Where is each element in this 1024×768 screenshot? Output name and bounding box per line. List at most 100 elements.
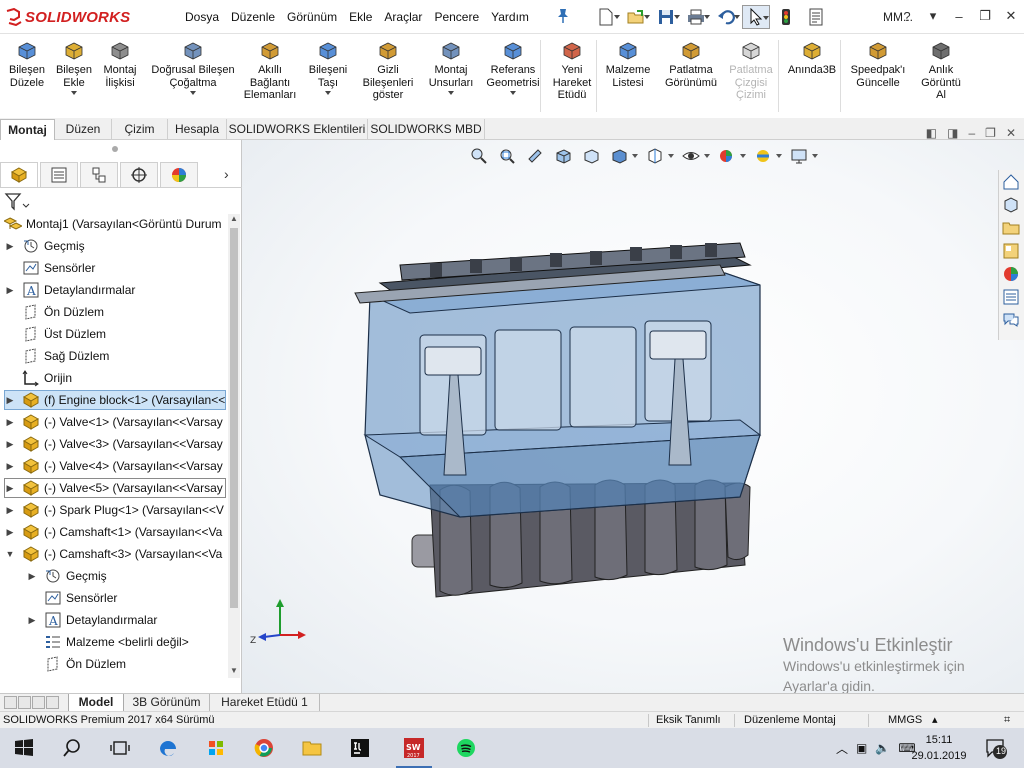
tree-item[interactable]: Ön Düzlem [26,654,226,674]
exploded-view-button[interactable]: Patlatma Görünümü [656,36,726,116]
tab-feature-manager[interactable] [0,162,38,187]
task-pane-view-palette[interactable] [999,239,1023,262]
search-button[interactable] [48,728,96,768]
solidworks-logo[interactable]: SOLIDWORKS [6,6,130,28]
tree-item[interactable]: ▶ (-) Valve<3> (Varsayılan<<Varsay [4,434,226,454]
menu-insert[interactable]: Ekle [344,0,379,34]
tab-first-button[interactable] [4,696,17,709]
tree-filter-icon[interactable] [4,192,30,212]
task-pane-design-library[interactable] [999,193,1023,216]
expand-arrow-icon[interactable]: ▶ [4,505,16,516]
taskbar-intellij[interactable] [336,728,384,768]
undo-button[interactable] [712,5,740,29]
menu-file[interactable]: Dosya [180,0,226,34]
task-pane-forum[interactable] [999,308,1023,331]
tab-prev-button[interactable] [18,696,31,709]
tree-item[interactable]: ▶ (-) Camshaft<1> (Varsayılan<<Va [4,522,226,542]
view-settings-button[interactable] [788,145,810,167]
units-dropdown-icon[interactable]: ▴ [932,712,938,728]
customize-status-icon[interactable]: ⌗ [1004,712,1010,728]
viewport-prev-icon[interactable]: ◧ [926,126,937,140]
rebuild-button[interactable] [772,5,800,29]
explode-line-sketch-button[interactable]: Patlatma Çizgisi Çizimi [726,36,776,116]
tree-item[interactable]: ▶ (-) Valve<4> (Varsayılan<<Varsay [4,456,226,476]
tree-item[interactable]: Sağ Düzlem [4,346,226,366]
scroll-down-icon[interactable]: ▼ [228,666,240,678]
help-button[interactable]: ? [894,4,920,28]
tree-item[interactable]: Sensörler [4,258,226,278]
reference-geometry-dropdown-icon[interactable] [510,91,516,95]
viewport-restore-button[interactable]: ❐ [985,126,996,140]
tab-motion-study-1[interactable]: Hareket Etüdü 1 [210,694,320,712]
menu-view[interactable]: Görünüm [282,0,344,34]
previous-view-button[interactable] [524,145,546,167]
tab-next-button[interactable] [32,696,45,709]
expand-arrow-icon[interactable]: ▶ [4,417,16,428]
show-hidden-components-button[interactable]: Gizli Bileşenleri göster [356,36,420,116]
move-component-dropdown-icon[interactable] [325,91,331,95]
expand-arrow-icon[interactable]: ▶ [4,241,16,252]
tree-item[interactable]: ▶ (f) Engine block<1> (Varsayılan<< [4,390,226,410]
taskbar-clock[interactable]: 15:11 29.01.2019 [908,732,970,764]
dynamic-annotation-button[interactable] [580,145,602,167]
tab-last-button[interactable] [46,696,59,709]
task-pane-home[interactable] [999,170,1023,193]
zoom-to-fit-button[interactable] [468,145,490,167]
reference-geometry-button[interactable]: Referans Geometrisi [480,36,546,116]
expand-arrow-icon[interactable]: ▶ [4,461,16,472]
tab-layout[interactable]: Düzen [55,119,112,140]
view-orientation-button[interactable] [644,145,666,167]
menu-edit[interactable]: Düzenle [226,0,282,34]
tab-dimxpert-manager[interactable] [120,162,158,187]
taskbar-solidworks[interactable]: SW 2017 [390,728,438,768]
expand-arrow-icon[interactable]: ▶ [4,285,16,296]
move-component-button[interactable]: Bileşeni Taşı [300,36,356,116]
fix-component-button[interactable]: Bileşen Düzele [2,36,52,116]
print-button[interactable] [682,5,710,29]
menu-window[interactable]: Pencere [429,0,486,34]
edit-appearance-button[interactable] [716,145,738,167]
tab-solidworks-mbd[interactable]: SOLIDWORKS MBD [368,119,485,140]
expand-arrow-icon[interactable]: ▶ [4,527,16,538]
taskbar-spotify[interactable] [442,728,490,768]
scroll-up-icon[interactable]: ▲ [228,214,240,226]
display-style-button[interactable] [608,145,630,167]
select-button[interactable] [742,5,770,29]
save-button[interactable] [652,5,680,29]
volume-icon[interactable]: 🔈 [875,741,890,755]
engine-assembly-model[interactable] [340,235,770,615]
linear-component-pattern-button[interactable]: Doğrusal Bileşen Çoğaltma [146,36,240,116]
tree-item[interactable]: Üst Düzlem [4,324,226,344]
section-view-button[interactable] [552,145,574,167]
expand-arrow-icon[interactable]: ▶ [26,615,38,626]
bill-of-materials-button[interactable]: Malzeme Listesi [600,36,656,116]
tree-vertical-scrollbar[interactable]: ▲ ▼ [228,214,240,678]
expand-arrow-icon[interactable]: ▶ [4,439,16,450]
tree-root-assembly[interactable]: Montaj1 (Varsayılan<Görüntü Durum [4,214,222,234]
insert-component-button[interactable]: Bileşen Ekle [52,36,96,116]
tab-assembly[interactable]: Montaj [0,119,55,140]
task-pane-appearances[interactable] [999,262,1023,285]
tab-display-manager[interactable] [160,162,198,187]
pin-menu-icon[interactable] [556,8,570,24]
task-pane-custom-properties[interactable] [999,285,1023,308]
action-center-button[interactable]: 19 [984,736,1008,760]
tree-item[interactable]: ▶ (-) Spark Plug<1> (Varsayılan<<V [4,500,226,520]
tree-item[interactable]: Sensörler [26,588,226,608]
instant3d-button[interactable]: Anında3B [782,36,842,116]
taskbar-store[interactable] [192,728,240,768]
tree-item[interactable]: Ön Düzlem [4,302,226,322]
tab-model[interactable]: Model [68,694,124,712]
start-button[interactable] [0,728,48,768]
tree-item[interactable]: ▶ A Detaylandırmalar [26,610,226,630]
help-dropdown-button[interactable]: ▾ [920,4,946,28]
viewport-minimize-button[interactable]: – [968,126,975,140]
panel-tabs-scroll-right-icon[interactable]: › [224,166,229,182]
tab-3d-view[interactable]: 3B Görünüm [124,694,210,712]
tree-item[interactable]: Orijin [4,368,226,388]
insert-component-dropdown-icon[interactable] [71,91,77,95]
new-document-button[interactable] [592,5,620,29]
tree-item[interactable]: ▼ (-) Camshaft<3> (Varsayılan<<Va [4,544,226,564]
tray-overflow-icon[interactable]: ︿ [836,740,848,757]
menu-help[interactable]: Yardım [486,0,536,34]
